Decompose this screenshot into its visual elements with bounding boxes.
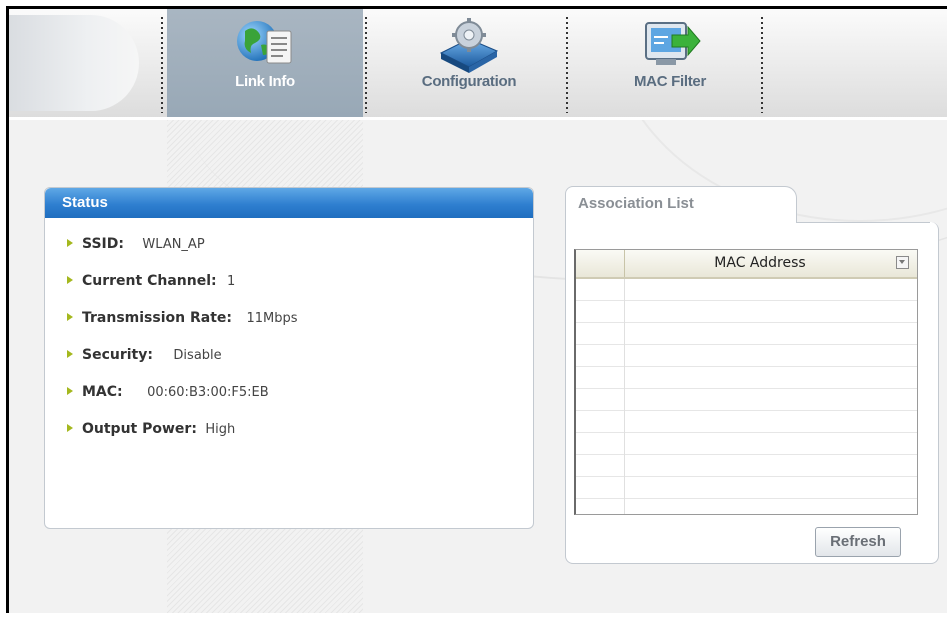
status-header: Status bbox=[45, 188, 533, 218]
mac-address-column-header[interactable]: MAC Address bbox=[625, 255, 895, 271]
mac-address-table[interactable]: MAC Address bbox=[574, 249, 918, 515]
tab-configuration[interactable]: Configuration bbox=[371, 9, 567, 117]
current-channel-label: Current Channel: bbox=[82, 273, 217, 289]
ssid-value: WLAN_AP bbox=[142, 237, 205, 252]
bullet-arrow-icon bbox=[67, 239, 73, 247]
status-row-mac: MAC: 00:60:B3:00:F5:EB bbox=[67, 384, 269, 404]
bullet-arrow-icon bbox=[67, 387, 73, 395]
content-area: Status SSID: WLAN_AP Current Channel: 1 … bbox=[9, 120, 947, 613]
bullet-arrow-icon bbox=[67, 313, 73, 321]
bullet-arrow-icon bbox=[67, 350, 73, 358]
nav-divider bbox=[365, 17, 367, 113]
gear-device-icon bbox=[439, 18, 499, 73]
association-list-panel: MAC Address Refresh bbox=[565, 222, 939, 564]
table-header: MAC Address bbox=[576, 250, 917, 279]
nav-divider bbox=[566, 17, 568, 113]
current-channel-value: 1 bbox=[227, 274, 236, 289]
tab-link-info-label: Link Info bbox=[235, 73, 295, 90]
security-label: Security: bbox=[82, 347, 153, 363]
tab-association-list[interactable]: Association List bbox=[565, 186, 797, 227]
status-row-rate: Transmission Rate: 11Mbps bbox=[67, 310, 298, 330]
bullet-arrow-icon bbox=[67, 424, 73, 432]
globe-document-icon bbox=[237, 21, 292, 64]
status-row-ssid: SSID: WLAN_AP bbox=[67, 236, 205, 256]
column-divider bbox=[624, 279, 625, 514]
tab-mac-filter-label: MAC Filter bbox=[633, 73, 706, 90]
nav-divider bbox=[161, 17, 163, 113]
refresh-button[interactable]: Refresh bbox=[815, 527, 901, 557]
status-title: Status bbox=[62, 194, 108, 211]
brand-swoosh bbox=[9, 15, 139, 111]
transmission-rate-value: 11Mbps bbox=[246, 311, 298, 326]
bullet-arrow-icon bbox=[67, 276, 73, 284]
monitor-arrow-icon bbox=[645, 22, 701, 65]
association-list-label: Association List bbox=[578, 195, 694, 212]
mac-value: 00:60:B3:00:F5:EB bbox=[147, 385, 269, 400]
app-frame: Link Info Configuration MAC Filter Statu… bbox=[6, 6, 947, 613]
table-body bbox=[576, 279, 917, 514]
top-navigation: Link Info Configuration MAC Filter bbox=[9, 9, 947, 120]
table-header-index-cell[interactable] bbox=[576, 250, 625, 277]
output-power-label: Output Power: bbox=[82, 421, 197, 437]
tab-mac-filter[interactable]: MAC Filter bbox=[572, 9, 768, 117]
tab-link-info[interactable]: Link Info bbox=[167, 9, 363, 117]
transmission-rate-label: Transmission Rate: bbox=[82, 310, 232, 326]
security-value: Disable bbox=[173, 348, 222, 363]
status-panel: Status SSID: WLAN_AP Current Channel: 1 … bbox=[44, 187, 534, 529]
ssid-label: SSID: bbox=[82, 236, 124, 252]
status-row-security: Security: Disable bbox=[67, 347, 222, 367]
panel-top-border bbox=[796, 222, 930, 223]
mac-label: MAC: bbox=[82, 384, 123, 400]
nav-divider bbox=[761, 17, 763, 113]
status-row-channel: Current Channel: 1 bbox=[67, 273, 235, 293]
status-row-output-power: Output Power: High bbox=[67, 421, 235, 441]
tab-configuration-label: Configuration bbox=[421, 73, 517, 90]
output-power-value: High bbox=[205, 422, 236, 437]
column-dropdown-icon[interactable] bbox=[896, 256, 909, 269]
